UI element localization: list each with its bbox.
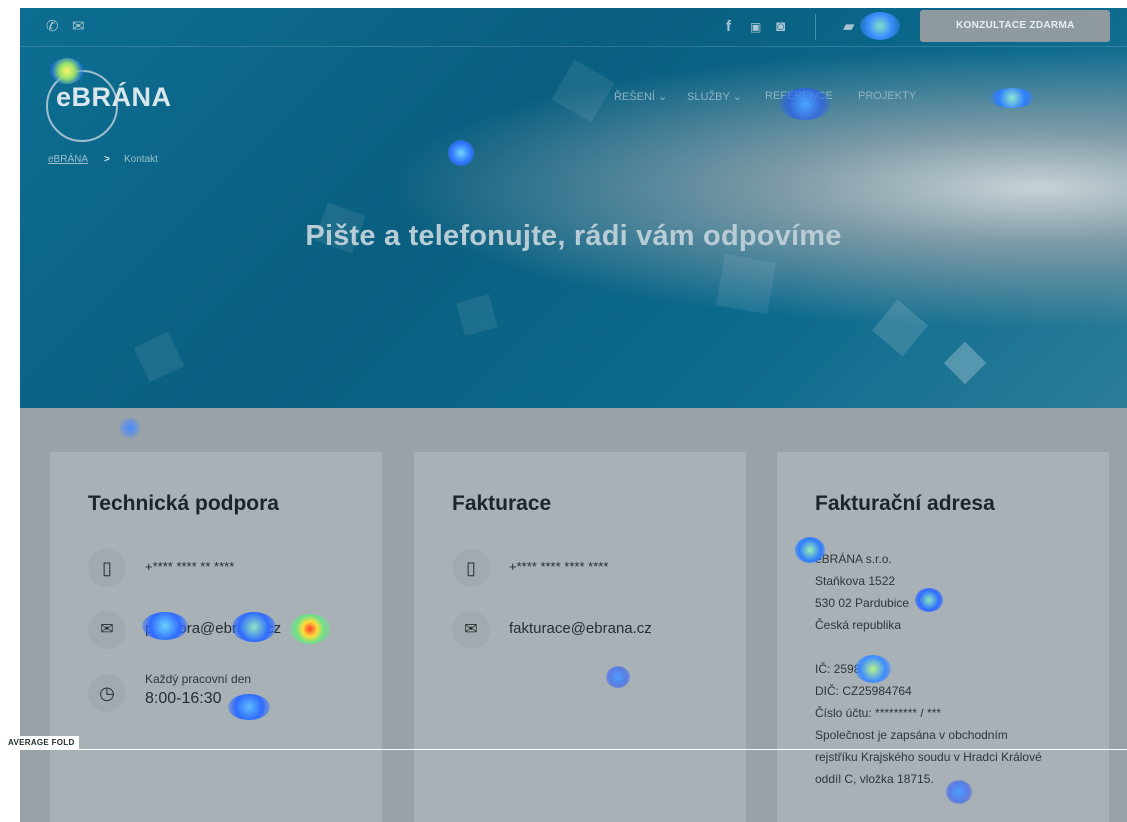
instagram-icon[interactable]: ◙: [776, 18, 785, 36]
address-line: DIČ: CZ25984764: [815, 684, 912, 698]
envelope-icon[interactable]: ✉: [72, 18, 85, 36]
page: ✆ ✉ f ▣ ◙ ▰ KONZULTACE ZDARMA eBRÁNA ŘEŠ…: [20, 8, 1127, 822]
clock-icon: ◷: [88, 674, 126, 712]
top-bar: ✆ ✉ f ▣ ◙ ▰ KONZULTACE ZDARMA: [20, 8, 1127, 47]
address-line: IČ: 25984764: [815, 662, 888, 676]
envelope-icon: ✉: [88, 611, 126, 649]
page-title: Pište a telefonujte, rádi vám odpovíme: [305, 220, 842, 252]
topbar-divider: [815, 14, 816, 40]
billing-card: Fakturace ▯ +**** **** **** **** ✉ faktu…: [414, 452, 746, 822]
address-line: Společnost je zapsána v obchodním: [815, 728, 1008, 742]
support-hours-label: Každý pracovní den: [145, 672, 252, 686]
average-fold-line: [0, 749, 1127, 750]
support-hours: 8:00-16:30: [145, 690, 222, 707]
youtube-icon[interactable]: ▣: [750, 18, 761, 36]
support-email[interactable]: podpora@ebrana.cz: [145, 620, 281, 637]
support-title: Technická podpora: [88, 492, 279, 515]
billing-phone[interactable]: +**** **** **** ****: [509, 559, 608, 574]
nav-item-reference[interactable]: REFERENCE: [765, 90, 833, 102]
address-line: [815, 636, 1105, 658]
hero-section: ✆ ✉ f ▣ ◙ ▰ KONZULTACE ZDARMA eBRÁNA ŘEŠ…: [20, 8, 1127, 408]
address-card: Fakturační adresa eBRÁNA s.r.o. Staňkova…: [777, 452, 1109, 822]
breadcrumb-home[interactable]: eBRÁNA: [48, 154, 88, 165]
address-line: Staňkova 1522: [815, 574, 896, 588]
breadcrumb-separator: >: [104, 154, 110, 165]
briefcase-icon[interactable]: ▰: [843, 18, 855, 36]
address-title: Fakturační adresa: [815, 492, 995, 515]
mobile-phone-icon: ▯: [452, 549, 490, 587]
facebook-icon[interactable]: f: [726, 18, 731, 36]
billing-email[interactable]: fakturace@ebrana.cz: [509, 620, 652, 637]
phone-icon[interactable]: ✆: [46, 18, 59, 36]
breadcrumb-current: Kontakt: [124, 154, 158, 165]
billing-address: eBRÁNA s.r.o. Staňkova 1522 530 02 Pardu…: [815, 548, 1105, 790]
nav-item-projekty[interactable]: PROJEKTY: [858, 90, 916, 102]
free-consultation-button[interactable]: KONZULTACE ZDARMA: [920, 10, 1110, 42]
support-phone[interactable]: +**** **** ** ****: [145, 559, 234, 574]
support-card: Technická podpora ▯ +**** **** ** **** ✉…: [50, 452, 382, 822]
address-line: Česká republika: [815, 618, 902, 632]
logo[interactable]: eBRÁNA: [56, 82, 172, 113]
address-line: 530 02 Pardubice: [815, 596, 910, 610]
address-line: Číslo účtu: ********* / ***: [815, 706, 942, 720]
nav-item-reseni[interactable]: ŘEŠENÍ ⌄: [614, 90, 667, 103]
nav-item-sluzby[interactable]: SLUŽBY ⌄: [687, 90, 742, 103]
address-line: eBRÁNA s.r.o.: [815, 552, 892, 566]
mobile-phone-icon: ▯: [88, 549, 126, 587]
envelope-icon: ✉: [452, 611, 490, 649]
billing-title: Fakturace: [452, 492, 552, 515]
address-line: oddíl C, vložka 18715.: [815, 772, 934, 786]
average-fold-label: AVERAGE FOLD: [4, 736, 79, 749]
